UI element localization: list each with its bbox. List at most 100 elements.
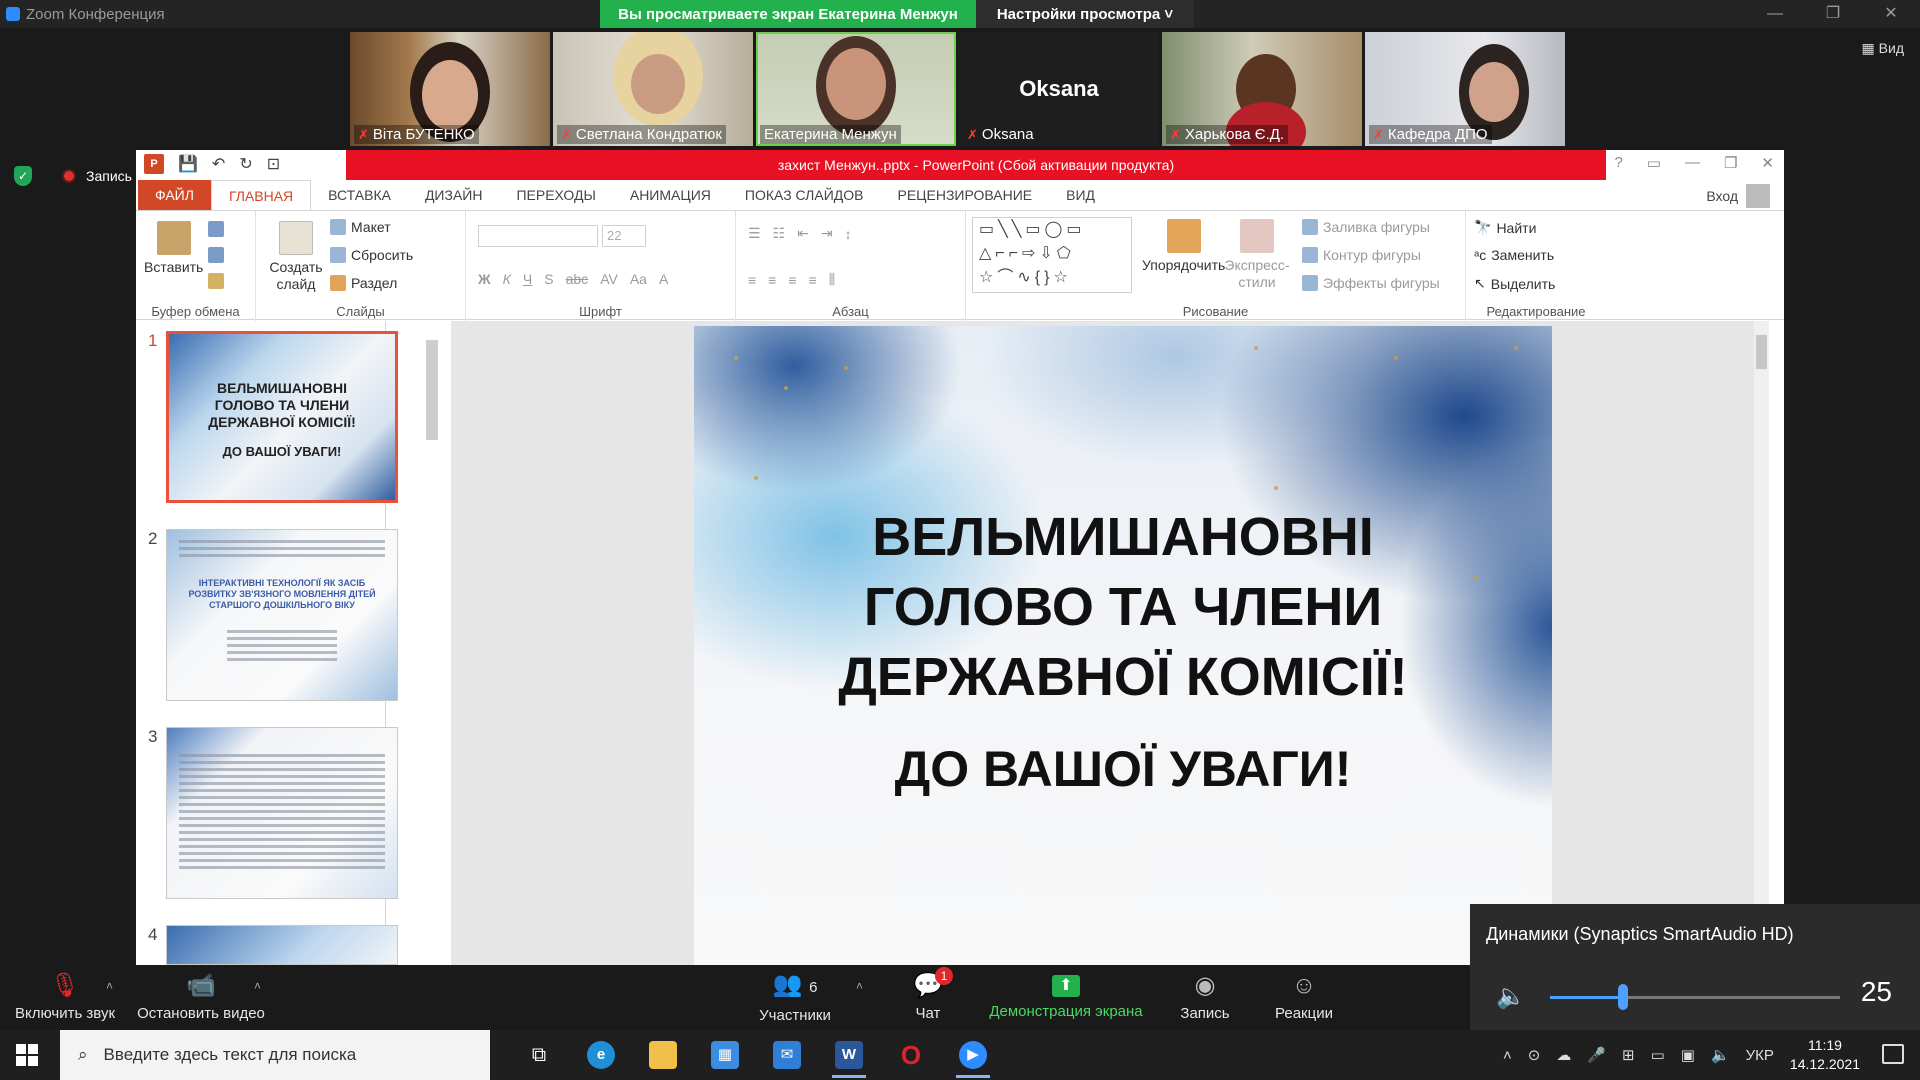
slide-thumbnail[interactable]: ІНТЕРАКТИВНІ ТЕХНОЛОГІЇ ЯК ЗАСІБ РОЗВИТК… bbox=[166, 529, 398, 701]
font-size-select[interactable]: 22 bbox=[602, 225, 646, 247]
numbering-icon[interactable]: ☷ bbox=[773, 225, 786, 242]
ribbon-display-icon[interactable]: ▭ bbox=[1647, 154, 1661, 172]
tab-home[interactable]: ГЛАВНАЯ bbox=[210, 180, 312, 210]
volume-icon[interactable]: 🔈 bbox=[1711, 1046, 1730, 1064]
zoom-taskbar-icon[interactable]: ▶ bbox=[942, 1030, 1004, 1080]
shape-fill-button[interactable]: Заливка фигуры bbox=[1302, 219, 1430, 235]
current-slide[interactable]: ВЕЛЬМИШАНОВНІ ГОЛОВО ТА ЧЛЕНИ ДЕРЖАВНОЇ … bbox=[694, 326, 1552, 965]
word-icon[interactable]: W bbox=[818, 1030, 880, 1080]
increase-indent-icon[interactable]: ⇥ bbox=[821, 225, 833, 242]
bold-button[interactable]: Ж bbox=[478, 271, 491, 287]
participant-tile[interactable]: ✗ Харькова Є.Д. bbox=[1162, 32, 1362, 146]
camera-icon[interactable]: ⊙ bbox=[1528, 1046, 1541, 1064]
font-family-select[interactable] bbox=[478, 225, 598, 247]
tab-file[interactable]: ФАЙЛ bbox=[138, 180, 211, 210]
task-view-icon[interactable]: ⧉ bbox=[508, 1030, 570, 1080]
underline-button[interactable]: Ч bbox=[523, 271, 532, 287]
save-icon[interactable]: 💾 bbox=[178, 154, 198, 174]
find-button[interactable]: 🔭 Найти bbox=[1474, 219, 1536, 236]
scroll-thumb[interactable] bbox=[426, 340, 438, 440]
share-screen-button[interactable]: ⬆ Демонстрация экрана bbox=[984, 965, 1148, 1030]
gallery-view-button[interactable]: ▦ Вид bbox=[1862, 40, 1904, 57]
shapes-gallery[interactable]: ▭╲╲▭◯▭ △⌐⌐⇨⇩⬠ ☆⌒∿{}☆ bbox=[972, 217, 1132, 293]
character-spacing-button[interactable]: AV bbox=[600, 271, 618, 287]
scroll-thumb[interactable] bbox=[1756, 335, 1767, 369]
tab-transitions[interactable]: ПЕРЕХОДЫ bbox=[499, 180, 612, 210]
mail-icon[interactable]: ✉ bbox=[756, 1030, 818, 1080]
restore-icon[interactable]: ❐ bbox=[1724, 154, 1737, 172]
onedrive-icon[interactable]: ☁ bbox=[1556, 1046, 1571, 1064]
language-indicator[interactable]: УКР bbox=[1746, 1047, 1774, 1064]
bullets-icon[interactable]: ☰ bbox=[748, 225, 761, 242]
slide-thumbnail[interactable] bbox=[166, 925, 398, 965]
minimize-icon[interactable]: — bbox=[1685, 154, 1700, 172]
tab-slideshow[interactable]: ПОКАЗ СЛАЙДОВ bbox=[728, 180, 881, 210]
layout-button[interactable]: Макет bbox=[330, 219, 391, 235]
unmute-button[interactable]: 🎙 Включить звук bbox=[10, 965, 120, 1030]
close-icon[interactable]: ✕ bbox=[1761, 154, 1774, 172]
cut-icon[interactable] bbox=[208, 221, 224, 237]
microphone-icon[interactable]: 🎤 bbox=[1587, 1046, 1606, 1064]
display-icon[interactable]: ▣ bbox=[1681, 1046, 1695, 1064]
battery-icon[interactable]: ▭ bbox=[1651, 1046, 1665, 1064]
align-right-icon[interactable]: ≡ bbox=[788, 272, 796, 288]
strikethrough-button[interactable]: abc bbox=[566, 271, 589, 287]
quick-styles-button[interactable]: Экспресс-стили bbox=[1222, 219, 1292, 291]
security-shield-icon[interactable]: ✓ bbox=[14, 166, 32, 186]
taskbar-search-box[interactable]: ⌕ Введите здесь текст для поиска bbox=[60, 1030, 490, 1080]
opera-icon[interactable]: O bbox=[880, 1030, 942, 1080]
minimize-icon[interactable]: — bbox=[1746, 0, 1804, 28]
participant-tile-active-speaker[interactable]: Екатерина Менжун bbox=[756, 32, 956, 146]
start-slideshow-icon[interactable]: ⊡ bbox=[267, 154, 280, 174]
new-slide-button[interactable]: Создать слайд bbox=[268, 221, 324, 293]
section-button[interactable]: Раздел bbox=[330, 275, 397, 291]
select-button[interactable]: ↖ Выделить bbox=[1474, 275, 1555, 292]
shadow-button[interactable]: S bbox=[544, 271, 553, 287]
record-button[interactable]: ◉ Запись bbox=[1170, 965, 1240, 1030]
format-painter-icon[interactable] bbox=[208, 273, 224, 289]
reset-button[interactable]: Сбросить bbox=[330, 247, 413, 263]
view-settings-button[interactable]: Настройки просмотра ˅ bbox=[976, 0, 1194, 28]
participant-tile[interactable]: ✗ Кафедра ДПО bbox=[1365, 32, 1565, 146]
align-left-icon[interactable]: ≡ bbox=[748, 272, 756, 288]
shape-effects-button[interactable]: Эффекты фигуры bbox=[1302, 275, 1440, 291]
tab-view[interactable]: ВИД bbox=[1049, 180, 1112, 210]
file-explorer-icon[interactable] bbox=[632, 1030, 694, 1080]
taskbar-clock[interactable]: 11:19 14.12.2021 bbox=[1790, 1036, 1860, 1074]
slide-subtitle[interactable]: ДО ВАШОЇ УВАГИ! bbox=[694, 740, 1552, 798]
copy-icon[interactable] bbox=[208, 247, 224, 263]
edge-icon[interactable]: e bbox=[570, 1030, 632, 1080]
help-icon[interactable]: ? bbox=[1614, 154, 1622, 172]
tab-animations[interactable]: АНИМАЦИЯ bbox=[613, 180, 728, 210]
network-icon[interactable]: ⊞ bbox=[1622, 1046, 1635, 1064]
speaker-icon[interactable]: 🔈 bbox=[1496, 982, 1526, 1011]
line-spacing-icon[interactable]: ↕ bbox=[845, 226, 852, 242]
thumbnails-scrollbar[interactable] bbox=[424, 328, 440, 965]
undo-icon[interactable]: ↶ bbox=[212, 154, 225, 174]
volume-slider[interactable] bbox=[1550, 984, 1840, 1010]
slide-thumbnail[interactable]: ВЕЛЬМИШАНОВНІ ГОЛОВО ТА ЧЛЕНИ ДЕРЖАВНОЇ КО… bbox=[166, 331, 398, 503]
windows-start-icon[interactable] bbox=[16, 1044, 38, 1066]
participant-tile[interactable]: Oksana ✗ Oksana bbox=[959, 32, 1159, 146]
audio-options-caret-icon[interactable]: ˄ bbox=[106, 979, 113, 993]
close-icon[interactable]: ✕ bbox=[1862, 0, 1920, 28]
columns-icon[interactable]: ⫼ bbox=[829, 271, 835, 288]
notifications-icon[interactable] bbox=[1882, 1044, 1904, 1064]
align-center-icon[interactable]: ≡ bbox=[768, 272, 776, 288]
tab-review[interactable]: РЕЦЕНЗИРОВАНИЕ bbox=[880, 180, 1049, 210]
editor-scrollbar[interactable] bbox=[1754, 321, 1769, 965]
slide-title[interactable]: ВЕЛЬМИШАНОВНІ ГОЛОВО ТА ЧЛЕНИ ДЕРЖАВНОЇ … bbox=[694, 502, 1552, 712]
participants-caret-icon[interactable]: ˄ bbox=[856, 979, 863, 993]
stop-video-button[interactable]: 📹 Остановить видео bbox=[136, 965, 266, 1030]
signin[interactable]: Вход bbox=[1706, 184, 1770, 208]
replace-button[interactable]: ᵃc Заменить bbox=[1474, 247, 1554, 263]
participant-tile[interactable]: ✗ Светлана Кондратюк bbox=[553, 32, 753, 146]
italic-button[interactable]: К bbox=[503, 271, 511, 287]
redo-icon[interactable]: ↻ bbox=[239, 154, 252, 174]
change-case-button[interactable]: Aa bbox=[630, 271, 647, 287]
justify-icon[interactable]: ≡ bbox=[809, 272, 817, 288]
volume-slider-thumb[interactable] bbox=[1617, 984, 1628, 1010]
slide-thumbnail[interactable] bbox=[166, 727, 398, 899]
tab-insert[interactable]: ВСТАВКА bbox=[311, 180, 408, 210]
arrange-button[interactable]: Упорядочить bbox=[1142, 219, 1225, 273]
